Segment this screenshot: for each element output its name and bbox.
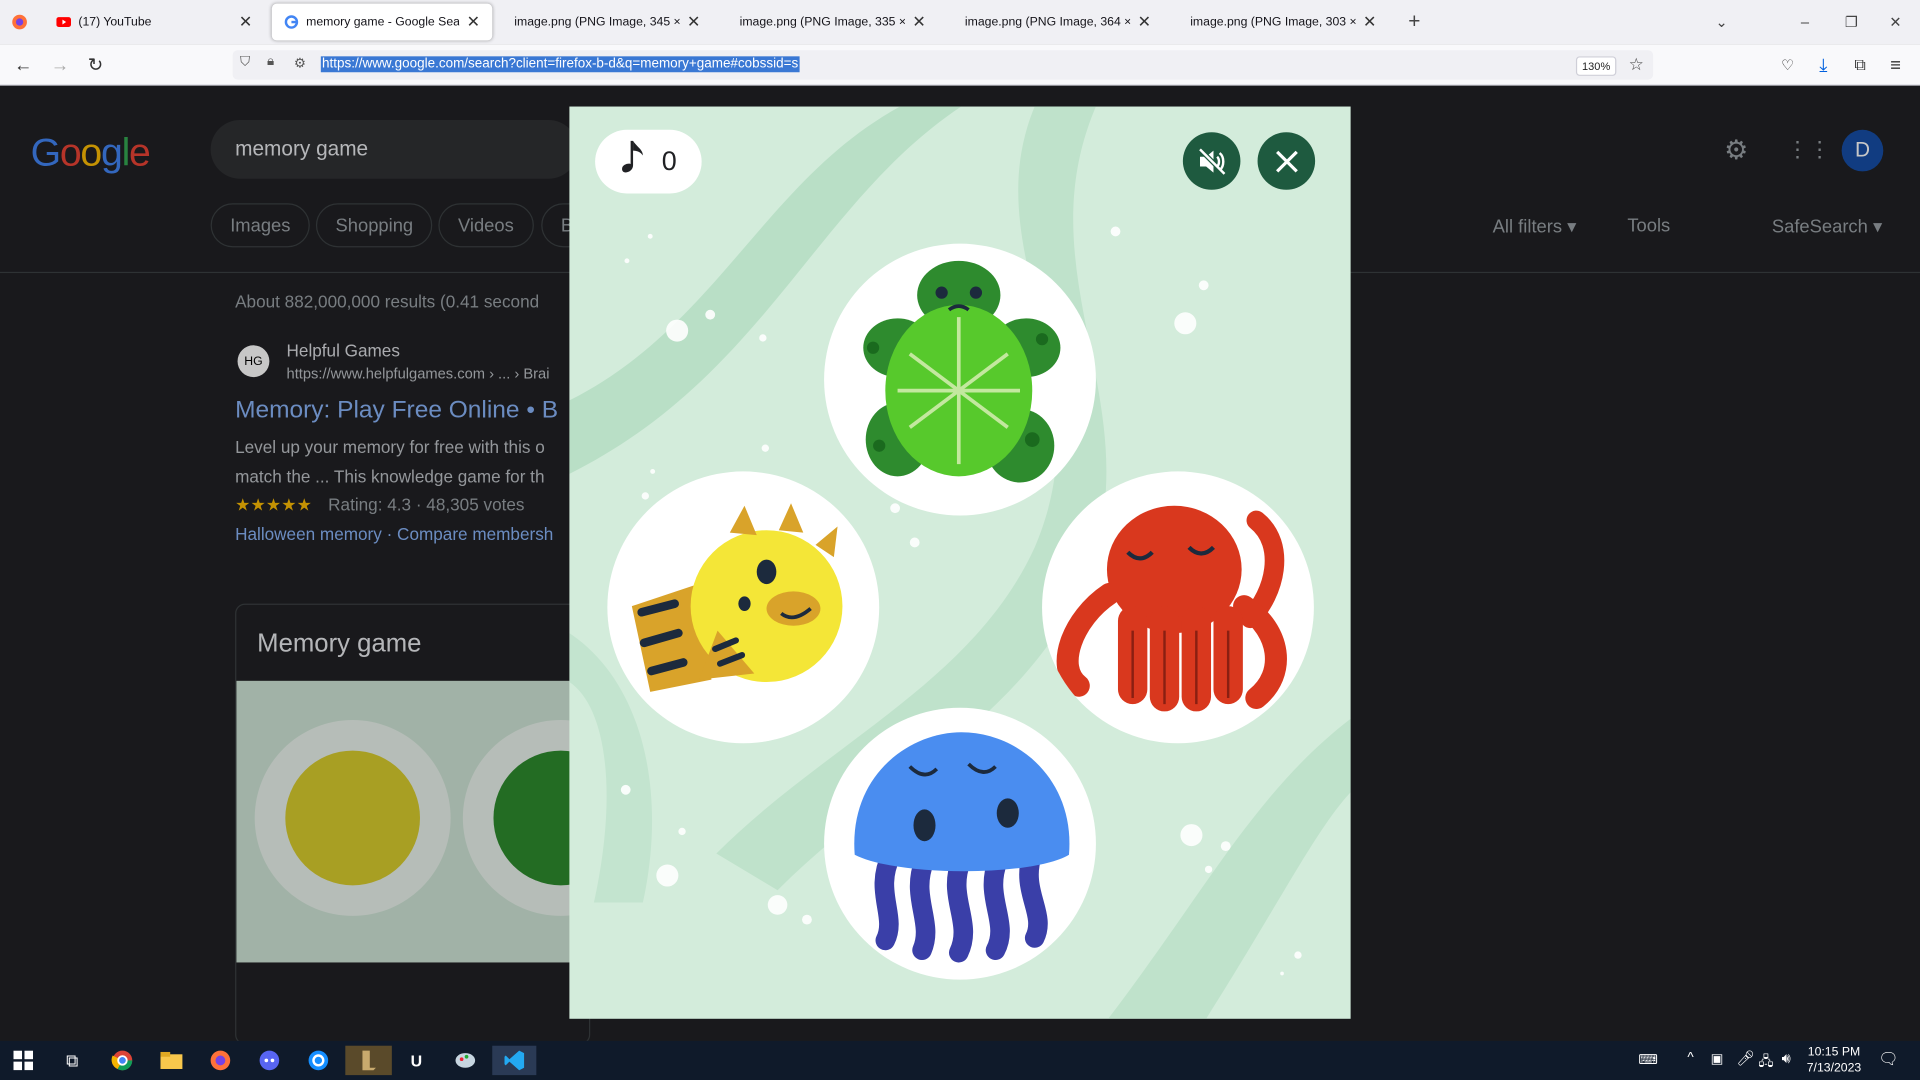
taskbar-clock[interactable]: 10:15 PM 7/13/2023	[1807, 1044, 1861, 1076]
mute-button[interactable]	[1182, 132, 1241, 190]
google-icon	[284, 15, 299, 30]
discord-icon[interactable]	[251, 1046, 288, 1075]
firefox-icon[interactable]	[202, 1046, 239, 1075]
tab-image-1[interactable]: image.png (PNG Image, 345 × 338 p ✕	[495, 4, 713, 41]
notifications-icon[interactable]: 🗨︎	[1878, 1049, 1898, 1069]
minimize-button[interactable]: –	[1783, 0, 1827, 44]
card-octopus[interactable]	[1042, 471, 1314, 744]
tray-chevron-icon[interactable]: ^	[1687, 1051, 1693, 1066]
octopus-image	[1056, 505, 1287, 712]
tab-youtube[interactable]: (17) YouTube ✕	[44, 4, 264, 41]
menu-icon[interactable]: ≡	[1878, 44, 1912, 86]
forward-icon[interactable]: →	[43, 44, 77, 86]
close-tab-icon[interactable]: ✕	[467, 12, 480, 32]
close-tab-icon[interactable]: ✕	[687, 12, 700, 32]
lock-icon[interactable]: 🔒︎	[267, 54, 274, 70]
keyboard-icon[interactable]: ⌨	[1638, 1052, 1657, 1068]
tab-title: image.png (PNG Image, 303 × 294 p	[1190, 15, 1355, 29]
zoom-level[interactable]: 130%	[1575, 56, 1617, 76]
volume-icon[interactable]: 🔊︎	[1782, 1049, 1791, 1067]
shield-icon[interactable]: ⛉	[240, 55, 250, 71]
windows-start-icon[interactable]	[5, 1046, 42, 1075]
turtle-image	[863, 260, 1061, 483]
reload-icon[interactable]: ↻	[78, 44, 112, 86]
tab-image-2[interactable]: image.png (PNG Image, 335 × 319 p ✕	[720, 4, 938, 41]
paint-icon[interactable]	[447, 1046, 484, 1075]
close-window-button[interactable]: ✕	[1873, 0, 1917, 44]
list-tabs-icon[interactable]: ⌄	[1700, 0, 1744, 44]
close-tab-icon[interactable]: ✕	[1363, 12, 1376, 32]
tab-image-4[interactable]: image.png (PNG Image, 303 × 294 p ✕	[1171, 4, 1389, 41]
url-bar[interactable]: ⛉ 🔒︎ ⚙︎ https://www.google.com/search?cl…	[232, 50, 1654, 80]
navigation-bar: ← → ↻ ⛉ 🔒︎ ⚙︎ https://www.google.com/sea…	[0, 44, 1920, 86]
league-of-legends-icon[interactable]	[345, 1045, 392, 1076]
tab-title: image.png (PNG Image, 364 × 292 p	[964, 15, 1130, 29]
tab-title: image.png (PNG Image, 335 × 319 p	[739, 15, 905, 29]
meet-now-icon[interactable]: ▣	[1711, 1051, 1724, 1067]
extensions-icon[interactable]: ⧉	[1843, 44, 1877, 86]
url-text[interactable]: https://www.google.com/search?client=fir…	[320, 56, 800, 73]
clock-time: 10:15 PM	[1807, 1045, 1861, 1060]
tab-image-3[interactable]: image.png (PNG Image, 364 × 292 p ✕	[945, 4, 1163, 41]
pufferfish-image	[631, 503, 843, 692]
microphone-icon[interactable]: 🎤︎	[1736, 1049, 1755, 1066]
tab-google-search[interactable]: memory game - Google Search ✕	[271, 3, 493, 41]
tab-bar: (17) YouTube ✕ memory game - Google Sear…	[0, 0, 1920, 45]
new-tab-button[interactable]: +	[1392, 0, 1436, 44]
card-jellyfish[interactable]	[824, 707, 1096, 980]
clock-date: 7/13/2023	[1806, 1061, 1862, 1076]
music-note-icon	[620, 138, 647, 185]
close-game-button[interactable]	[1257, 132, 1316, 190]
firefox-menu-icon[interactable]	[5, 7, 34, 36]
vscode-icon[interactable]	[492, 1045, 537, 1076]
permissions-icon[interactable]: ⚙︎	[294, 55, 306, 71]
downloads-icon[interactable]: ⤓	[1806, 44, 1840, 86]
chrome-icon[interactable]	[104, 1046, 141, 1075]
file-explorer-icon[interactable]	[153, 1046, 190, 1075]
tab-title: image.png (PNG Image, 345 × 338 p	[514, 15, 679, 29]
bookmark-star-icon[interactable]: ☆	[1629, 54, 1644, 75]
card-turtle[interactable]	[824, 243, 1096, 516]
score-value: 0	[661, 145, 677, 177]
network-icon[interactable]: 🖧︎	[1758, 1051, 1773, 1074]
card-pufferfish[interactable]	[607, 471, 880, 744]
tab-title: memory game - Google Search	[306, 15, 460, 29]
unreal-icon[interactable]: U	[398, 1046, 435, 1075]
jellyfish-image	[854, 732, 1070, 963]
close-tab-icon[interactable]: ✕	[1138, 12, 1151, 32]
back-icon[interactable]: ←	[6, 44, 40, 86]
close-icon	[1275, 150, 1298, 172]
memory-game-modal: 0	[569, 106, 1351, 1019]
mute-icon	[1197, 147, 1226, 175]
task-view-icon[interactable]: ⧉	[54, 1046, 91, 1075]
close-tab-icon[interactable]: ✕	[239, 12, 252, 32]
windows-taskbar: ⧉ U ⌨ ^ ▣ 🎤︎ 🖧︎ 🔊︎ 10:15 PM 7/13/2023 🗨︎	[0, 1040, 1920, 1080]
score-counter: 0	[595, 129, 702, 194]
restore-button[interactable]: ❐	[1829, 0, 1873, 44]
close-tab-icon[interactable]: ✕	[912, 12, 925, 32]
battlenet-icon[interactable]	[300, 1046, 337, 1075]
pocket-icon[interactable]: ♡	[1771, 44, 1805, 86]
tab-title: (17) YouTube	[78, 15, 152, 29]
youtube-icon	[56, 15, 72, 30]
